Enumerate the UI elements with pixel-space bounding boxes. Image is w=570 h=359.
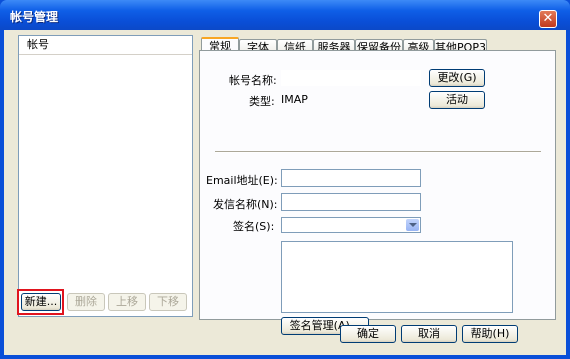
move-down-button[interactable]: 下移 <box>149 293 187 311</box>
title-bar[interactable]: 帐号管理 ✕ <box>0 0 570 30</box>
change-name-button[interactable]: 更改(G) <box>429 69 485 87</box>
close-button[interactable]: ✕ <box>539 10 557 28</box>
sender-name-input[interactable] <box>281 193 421 211</box>
section-divider <box>215 151 541 153</box>
sender-name-label: 发信名称(N): <box>213 198 278 211</box>
dialog-body: 帐号 新建... 删除 上移 下移 常规 字体 信纸 服务器 保留备份 高级 其… <box>4 30 566 355</box>
account-type-value: IMAP <box>281 93 308 106</box>
cancel-button[interactable]: 取消 <box>401 325 457 343</box>
activate-button[interactable]: 活动 <box>429 91 485 109</box>
signature-preview <box>281 241 513 313</box>
close-icon: ✕ <box>542 11 554 26</box>
general-tab-panel: 帐号名称: 更改(G) 类型: IMAP 活动 Email地址(E): 发信名称… <box>199 50 556 335</box>
account-name-label: 帐号名称: <box>229 74 277 87</box>
account-manager-window: 帐号管理 ✕ 帐号 新建... 删除 上移 下移 常规 字体 信纸 服务器 保留… <box>0 0 570 359</box>
window-title: 帐号管理 <box>10 10 59 24</box>
signature-label: 签名(S): <box>233 220 275 233</box>
account-list-header: 帐号 <box>19 36 192 55</box>
move-up-button[interactable]: 上移 <box>108 293 146 311</box>
email-label: Email地址(E): <box>206 174 278 187</box>
help-button[interactable]: 帮助(H) <box>462 325 518 343</box>
new-account-button[interactable]: 新建... <box>21 293 61 311</box>
account-list[interactable]: 帐号 <box>18 35 193 317</box>
chevron-down-icon[interactable] <box>406 219 419 231</box>
signature-select[interactable] <box>281 217 421 233</box>
ok-button[interactable]: 确定 <box>340 325 396 343</box>
delete-account-button[interactable]: 删除 <box>67 293 105 311</box>
account-type-label: 类型: <box>249 95 275 108</box>
email-input[interactable] <box>281 169 421 187</box>
account-name-value <box>281 70 421 86</box>
